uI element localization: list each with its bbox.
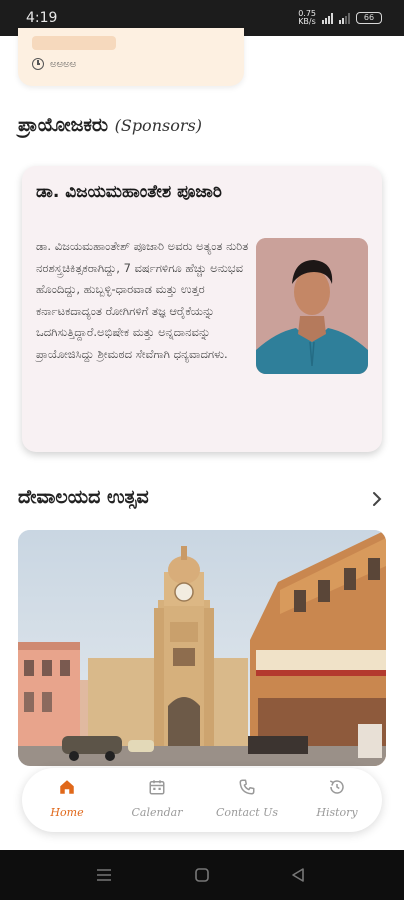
menu-icon[interactable] (96, 867, 112, 887)
event-card[interactable]: ಅಅಅಅ (18, 28, 244, 86)
nav-history[interactable]: History (292, 768, 382, 832)
sponsor-name: ಡಾ. ವಿಜಯಮಹಾಂತೇಶ ಪೂಜಾರಿ (36, 182, 222, 202)
back-icon[interactable] (290, 867, 306, 887)
network-speed: 0.75 KB/s (298, 9, 316, 26)
signal-icon (322, 12, 333, 24)
nav-calendar[interactable]: Calendar (112, 768, 202, 832)
sponsor-photo (256, 238, 368, 374)
battery-icon: 66 (356, 12, 382, 24)
nav-calendar-label: Calendar (131, 806, 183, 819)
nav-history-label: History (316, 806, 358, 819)
status-icons: 0.75 KB/s 66 (298, 10, 382, 26)
nav-home-label: Home (50, 806, 84, 819)
signal-icon-2 (339, 12, 350, 24)
chevron-right-icon[interactable] (366, 486, 388, 512)
calendar-icon (148, 778, 166, 800)
festival-title: ದೇವಾಲಯದ ಉತ್ಸವ (18, 486, 149, 508)
status-time: 4:19 (26, 10, 58, 26)
home-icon (58, 778, 76, 800)
system-nav-bar (0, 850, 404, 900)
nav-contact-label: Contact Us (215, 806, 279, 819)
nav-contact[interactable]: Contact Us (202, 768, 292, 832)
sponsor-description: ಡಾ. ವಿಜಯಮಹಾಂತೇಶ್ ಪೂಜಾರಿ ಅವರು ಅತ್ಯಂತ ನುರಿ… (36, 239, 249, 361)
nav-home[interactable]: Home (22, 768, 112, 832)
home-button-icon[interactable] (194, 867, 210, 887)
clock-icon (32, 58, 44, 70)
sponsor-card[interactable]: ಡಾ. ವಿಜಯಮಹಾಂತೇಶ ಪೂಜಾರಿ ಡಾ. ವಿಜಯಮಹಾಂತೇಶ್ … (22, 166, 382, 452)
festival-image[interactable] (18, 530, 386, 766)
event-tag (32, 36, 116, 50)
sponsors-title: ಪ್ರಾಯೋಜಕರು (Sponsors) (18, 114, 202, 136)
phone-icon (238, 778, 256, 800)
history-icon (328, 778, 346, 800)
bottom-nav: Home Calendar Contact Us History (22, 768, 382, 832)
event-time: ಅಅಅಅ (32, 58, 76, 70)
